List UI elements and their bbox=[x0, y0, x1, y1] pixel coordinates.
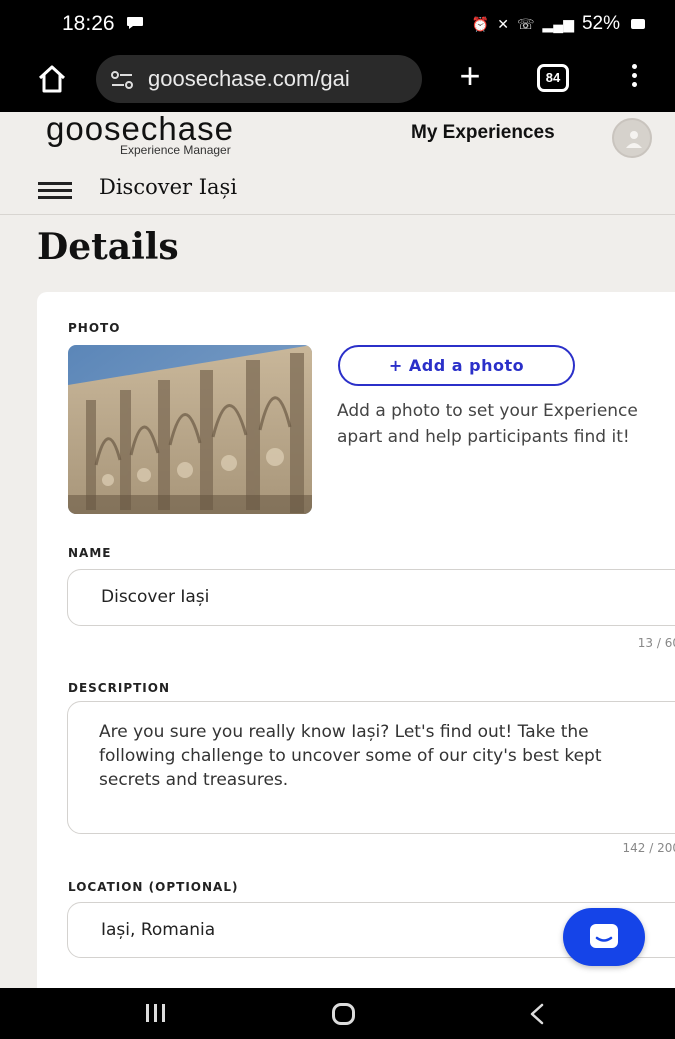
alarm-icon: ⏰ bbox=[471, 15, 490, 32]
browser-toolbar: goosechase.com/gai + 84 bbox=[0, 50, 675, 112]
carved-facade-image bbox=[68, 345, 312, 514]
user-icon bbox=[626, 131, 642, 148]
new-tab-button[interactable]: + bbox=[452, 58, 488, 95]
battery-percent: 52% bbox=[581, 13, 620, 34]
home-nav-icon[interactable] bbox=[332, 1003, 355, 1025]
goosechase-logo[interactable]: goosechase bbox=[46, 112, 234, 146]
photo-help-text: Add a photo to set your Experience apart… bbox=[337, 401, 638, 447]
signal-icon: ▂▄▆ bbox=[542, 15, 574, 32]
app-header: goosechase Experience Manager My Experie… bbox=[0, 112, 675, 215]
experience-photo[interactable] bbox=[68, 345, 312, 514]
my-experiences-link[interactable]: My Experiences bbox=[411, 122, 555, 144]
mute-icon: ✕ bbox=[497, 15, 509, 32]
battery-icon bbox=[631, 19, 645, 29]
name-input[interactable]: Discover Iași bbox=[67, 569, 675, 626]
description-label: DESCRIPTION bbox=[68, 681, 171, 695]
logo-subtitle: Experience Manager bbox=[120, 143, 231, 157]
status-bar: 18:26 ⏰ ✕ ☏ ▂▄▆ 52% bbox=[0, 0, 675, 50]
avatar[interactable] bbox=[612, 118, 652, 158]
tab-switcher-button[interactable]: 84 bbox=[537, 64, 569, 92]
browser-menu-icon[interactable] bbox=[630, 64, 638, 94]
url-text: goosechase.com/gai bbox=[148, 66, 350, 91]
description-char-counter: 142 / 200 bbox=[622, 841, 675, 855]
address-bar[interactable]: goosechase.com/gai bbox=[96, 55, 422, 103]
recent-apps-icon[interactable] bbox=[146, 1004, 174, 1024]
add-photo-button[interactable]: + Add a photo bbox=[338, 345, 575, 386]
message-notification-icon bbox=[127, 17, 143, 29]
hamburger-menu-icon[interactable] bbox=[38, 182, 72, 202]
site-settings-icon[interactable] bbox=[110, 69, 134, 91]
project-title: Discover Iași bbox=[99, 175, 238, 199]
home-icon[interactable] bbox=[36, 63, 68, 95]
page-title: Details bbox=[37, 226, 179, 268]
location-label: LOCATION (OPTIONAL) bbox=[68, 880, 239, 894]
details-card: PHOTO + Add a photo Add a photo to set y… bbox=[37, 292, 675, 1012]
chat-bubble-icon bbox=[590, 924, 618, 948]
name-label: NAME bbox=[68, 546, 112, 560]
status-time: 18:26 bbox=[62, 12, 115, 35]
system-navigation-bar bbox=[0, 988, 675, 1039]
photo-label: PHOTO bbox=[68, 321, 121, 335]
status-indicators: ⏰ ✕ ☏ ▂▄▆ 52% bbox=[472, 13, 645, 35]
description-textarea[interactable]: Are you sure you really know Iași? Let's… bbox=[67, 701, 675, 834]
chat-support-button[interactable] bbox=[563, 908, 645, 966]
description-text: Are you sure you really know Iași? Let's… bbox=[99, 722, 602, 790]
back-icon[interactable] bbox=[527, 1002, 549, 1026]
name-char-counter: 13 / 60 bbox=[637, 636, 675, 650]
wifi-call-icon: ☏ bbox=[517, 15, 535, 32]
